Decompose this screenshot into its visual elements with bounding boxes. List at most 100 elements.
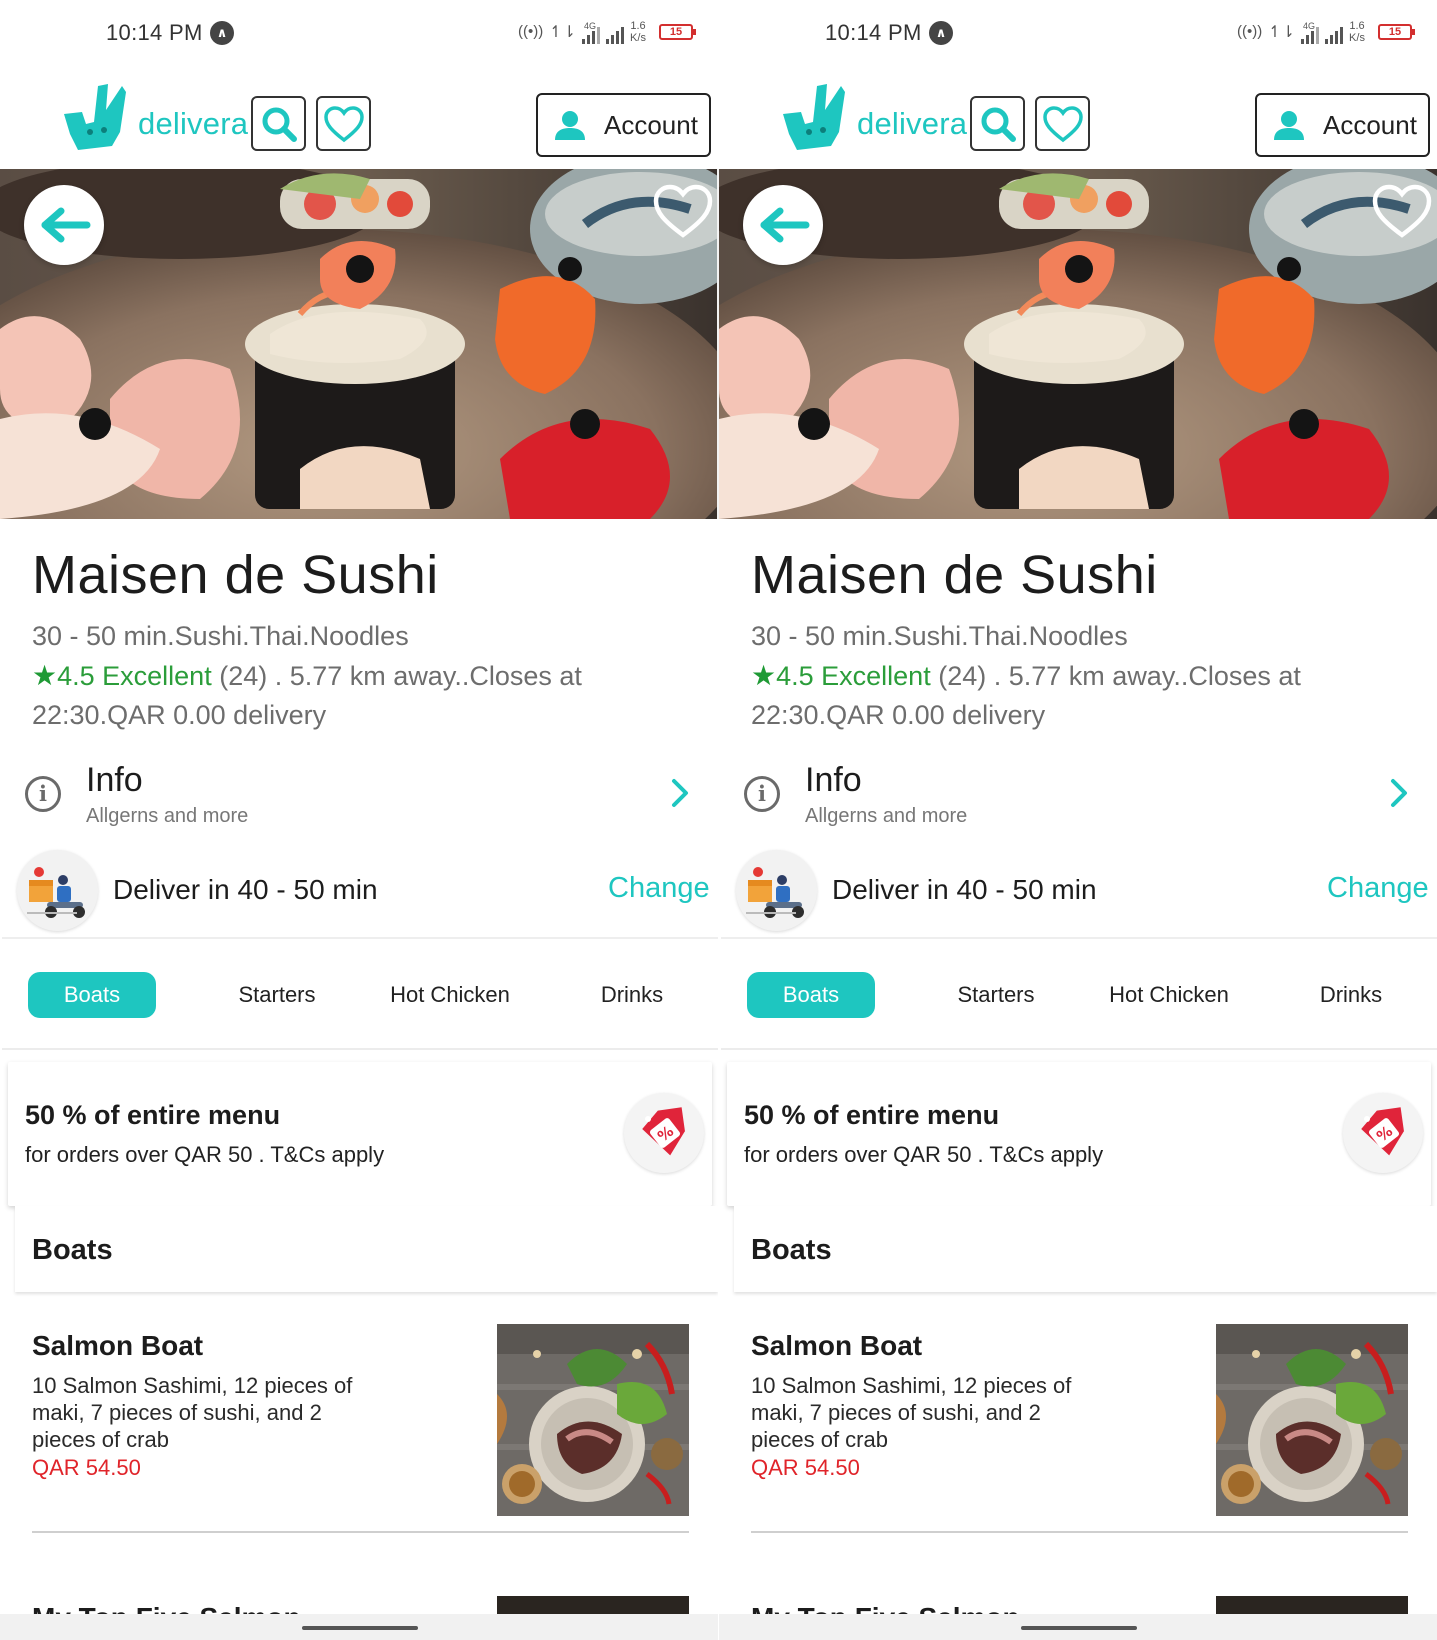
promo-title: 50 % of entire menu: [25, 1100, 281, 1130]
info-title: Info: [805, 761, 862, 799]
section-header-boats: Boats: [15, 1206, 718, 1292]
favorites-button[interactable]: [1035, 96, 1090, 151]
info-subtitle: Allgerns and more: [86, 805, 249, 827]
network-speed: 1.6 K/s: [630, 20, 646, 44]
back-button[interactable]: [24, 185, 104, 265]
info-row[interactable]: i Info Allgerns and more: [719, 755, 1437, 843]
network-type-label: 4G: [1303, 21, 1316, 31]
search-button[interactable]: [251, 96, 306, 151]
delivery-time-text: Deliver in 40 - 50 min: [832, 874, 1097, 905]
tab-hot-chicken[interactable]: Hot Chicken: [1089, 972, 1249, 1018]
hotspot-icon: ((•)): [1237, 23, 1263, 40]
category-tabs: Boats Starters Hot Chicken Drinks: [721, 941, 1437, 1050]
tab-drinks[interactable]: Drinks: [562, 972, 702, 1018]
signal-bars-icon: 4G: [582, 21, 601, 44]
account-label: Account: [1323, 109, 1417, 140]
home-gesture-bar[interactable]: [302, 1626, 418, 1630]
brand-name: delivera: [857, 106, 968, 141]
tab-drinks[interactable]: Drinks: [1281, 972, 1421, 1018]
signal-bars-icon-2: [606, 27, 625, 44]
section-title: Boats: [32, 1234, 113, 1266]
delivery-time-text: Deliver in 40 - 50 min: [113, 874, 378, 905]
menu-item-divider: [751, 1531, 1408, 1533]
menu-item-price: QAR 54.50: [32, 1455, 141, 1480]
network-speed: 1.6 K/s: [1349, 20, 1365, 44]
brand-name: delivera: [138, 106, 249, 141]
info-icon: i: [744, 776, 780, 812]
section-title: Boats: [751, 1234, 832, 1266]
discount-tag-icon: %: [624, 1093, 704, 1173]
speed-value: 1.6: [630, 20, 646, 32]
back-button[interactable]: [743, 185, 823, 265]
restaurant-meta-line: 30 - 50 min.Sushi.Thai.Noodles: [32, 621, 409, 651]
favorite-heart-icon[interactable]: [652, 183, 714, 239]
app-header: delivera Account: [0, 66, 718, 168]
info-row[interactable]: i Info Allgerns and more: [0, 755, 718, 843]
battery-icon: 15: [659, 24, 696, 40]
restaurant-meta-line: 30 - 50 min.Sushi.Thai.Noodles: [751, 621, 1128, 651]
menu-item-description: 10 Salmon Sashimi, 12 pieces of maki, 7 …: [751, 1373, 1072, 1452]
menu-item-image: [497, 1324, 689, 1516]
favorites-button[interactable]: [316, 96, 371, 151]
signal-group: ((•)) ↿⇂ 4G 1.6 K/s: [518, 18, 646, 44]
rating-text: 4.5 Excellent: [57, 661, 212, 691]
section-header-boats: Boats: [734, 1206, 1437, 1292]
restaurant-details: 30 - 50 min.Sushi.Thai.Noodles ★4.5 Exce…: [32, 617, 692, 735]
delivery-row: Deliver in 40 - 50 min Change: [2, 844, 718, 939]
menu-item-salmon-boat[interactable]: Salmon Boat 10 Salmon Sashimi, 12 pieces…: [719, 1320, 1437, 1533]
discount-tag-icon: %: [1343, 1093, 1423, 1173]
change-delivery-link[interactable]: Change: [608, 872, 710, 905]
signal-bars-icon-2: [1325, 27, 1344, 44]
distance-text: . 5.77 km away..Closes at: [274, 661, 582, 691]
account-button[interactable]: Account: [1255, 93, 1430, 157]
tab-starters[interactable]: Starters: [202, 972, 352, 1018]
category-tabs: Boats Starters Hot Chicken Drinks: [2, 941, 718, 1050]
system-nav-bar: [0, 1614, 718, 1640]
status-bar: 10:14 PM ∧ ((•)) ↿⇂ 4G 1.6 K/s 15: [719, 0, 1437, 66]
promo-subtitle: for orders over QAR 50 . T&Cs apply: [744, 1142, 1104, 1167]
change-delivery-link[interactable]: Change: [1327, 872, 1429, 905]
search-icon: [981, 107, 1016, 142]
navigation-status-icon: ∧: [929, 21, 953, 45]
tab-starters[interactable]: Starters: [921, 972, 1071, 1018]
menu-item-salmon-boat[interactable]: Salmon Boat 10 Salmon Sashimi, 12 pieces…: [0, 1320, 718, 1533]
speed-unit: K/s: [630, 32, 646, 44]
speed-value: 1.6: [1349, 20, 1365, 32]
kangaroo-logo-icon: [783, 84, 845, 150]
restaurant-hero-image: [0, 169, 718, 519]
promo-card[interactable]: 50 % of entire menu for orders over QAR …: [727, 1062, 1431, 1206]
restaurant-details: 30 - 50 min.Sushi.Thai.Noodles ★4.5 Exce…: [751, 617, 1411, 735]
restaurant-rating-line: ★4.5 Excellent (24) . 5.77 km away..Clos…: [32, 656, 692, 696]
menu-item-divider: [32, 1531, 689, 1533]
arrow-left-icon: [760, 207, 810, 243]
restaurant-rating-line: ★4.5 Excellent (24) . 5.77 km away..Clos…: [751, 656, 1411, 696]
app-screen-right: 10:14 PM ∧ ((•)) ↿⇂ 4G 1.6 K/s 15 delive…: [719, 0, 1437, 1640]
favorite-heart-icon[interactable]: [1371, 183, 1433, 239]
closing-delivery-text: 22:30.QAR 0.00 delivery: [751, 700, 1046, 730]
menu-item-name: Salmon Boat: [32, 1330, 204, 1361]
info-title: Info: [86, 761, 143, 799]
restaurant-name: Maisen de Sushi: [751, 545, 1158, 605]
info-icon: i: [25, 776, 61, 812]
battery-icon: 15: [1378, 24, 1415, 40]
search-button[interactable]: [970, 96, 1025, 151]
chevron-right-icon: [1391, 779, 1407, 807]
account-button[interactable]: Account: [536, 93, 711, 157]
menu-item-description: 10 Salmon Sashimi, 12 pieces of maki, 7 …: [32, 1373, 353, 1452]
distance-text: . 5.77 km away..Closes at: [993, 661, 1301, 691]
promo-card[interactable]: 50 % of entire menu for orders over QAR …: [8, 1062, 712, 1206]
arrow-left-icon: [41, 207, 91, 243]
tab-boats[interactable]: Boats: [747, 972, 875, 1018]
heart-icon: [1042, 105, 1083, 142]
menu-item-price: QAR 54.50: [751, 1455, 860, 1480]
menu-item-image: [1216, 1324, 1408, 1516]
tab-hot-chicken[interactable]: Hot Chicken: [370, 972, 530, 1018]
app-screen-left: 10:14 PM ∧ ((•)) ↿⇂ 4G 1.6 K/s 15 delive…: [0, 0, 718, 1640]
account-label: Account: [604, 109, 698, 140]
hotspot-icon: ((•)): [518, 23, 544, 40]
tab-boats[interactable]: Boats: [28, 972, 156, 1018]
speed-unit: K/s: [1349, 32, 1365, 44]
data-arrows-icon: ↿⇂: [1268, 24, 1296, 41]
home-gesture-bar[interactable]: [1021, 1626, 1137, 1630]
menu-item-name: Salmon Boat: [751, 1330, 923, 1361]
